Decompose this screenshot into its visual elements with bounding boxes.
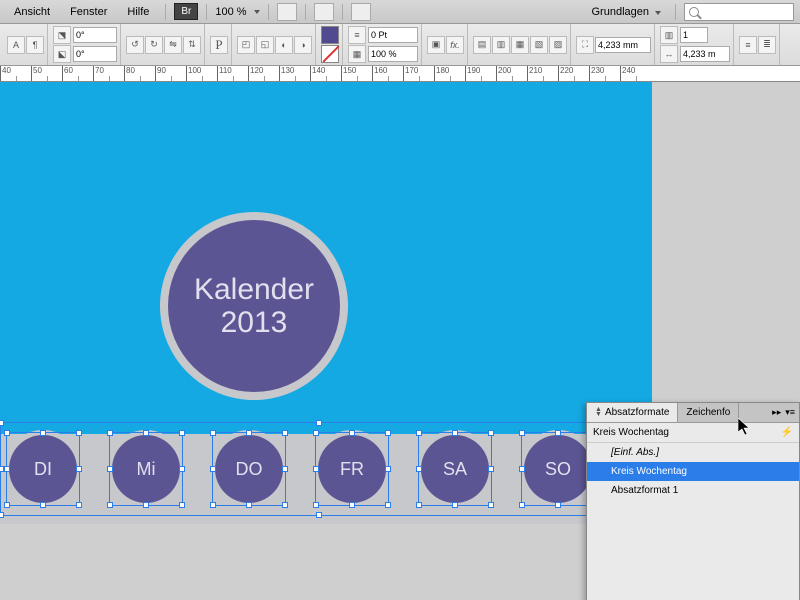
shear-x-icon: ⬔ xyxy=(53,26,71,44)
horizontal-ruler[interactable]: 4050607080901001101201301401501601701801… xyxy=(0,66,800,82)
search-icon xyxy=(689,7,699,17)
mouse-cursor xyxy=(738,418,752,436)
shear-y-field[interactable]: 0° xyxy=(73,46,117,62)
columns-field[interactable]: 1 xyxy=(680,27,708,43)
fill-swatch[interactable] xyxy=(321,26,339,44)
select-prev-icon[interactable]: ◐ xyxy=(275,36,293,54)
style-item[interactable]: Absatzformat 1 xyxy=(587,481,799,500)
drop-shadow-icon[interactable]: ▣ xyxy=(427,36,445,54)
menu-fenster[interactable]: Fenster xyxy=(62,4,115,20)
wrap-jumpcol-icon[interactable]: ▨ xyxy=(549,36,567,54)
current-style-row: Kreis Wochentag ⚡ xyxy=(587,423,799,443)
menu-ansicht[interactable]: Ansicht xyxy=(6,4,58,20)
stroke-weight-field[interactable]: 0 Pt xyxy=(368,27,418,43)
tab-absatzformate[interactable]: ▲▼Absatzformate xyxy=(587,403,678,422)
title-circle[interactable]: Kalender 2013 xyxy=(168,220,340,392)
quick-apply-icon[interactable]: ⚡ xyxy=(781,427,793,438)
select-content-icon[interactable]: ◱ xyxy=(256,36,274,54)
view-options-icon[interactable] xyxy=(277,3,297,21)
cell-width-field[interactable]: 4,233 mm xyxy=(595,37,651,53)
control-toolbar: A ¶ ⬔0° ⬕0° ↺ ↻ ⇋ ⇅ P ◰ ◱ ◐ ◑ ≡0 Pt ▦100… xyxy=(0,24,800,66)
stroke-swatch[interactable] xyxy=(321,45,339,63)
align-left-icon[interactable]: ≡ xyxy=(739,36,757,54)
title-line-2: 2013 xyxy=(221,306,288,339)
panel-tabstrip: ▲▼Absatzformate Zeichenfo ▸▸ ▾≡ xyxy=(587,403,799,423)
paragraph-styles-panel[interactable]: ▲▼Absatzformate Zeichenfo ▸▸ ▾≡ Kreis Wo… xyxy=(586,402,800,600)
tab-zeichenformate[interactable]: Zeichenfo xyxy=(678,403,739,422)
char-format-icon[interactable]: ¶ xyxy=(26,36,44,54)
title-line-1: Kalender xyxy=(194,273,314,306)
style-item[interactable]: Kreis Wochentag xyxy=(587,462,799,481)
screen-mode-icon[interactable] xyxy=(314,3,334,21)
panel-collapse-icon[interactable]: ▸▸ xyxy=(772,407,781,418)
char-panel-icon[interactable]: P xyxy=(210,36,228,54)
stroke-weight-icon: ≡ xyxy=(348,26,366,44)
style-list: [Einf. Abs.]Kreis WochentagAbsatzformat … xyxy=(587,443,799,500)
cell-height-field[interactable]: 4,233 m xyxy=(680,46,730,62)
shear-x-field[interactable]: 0° xyxy=(73,27,117,43)
gutter-icon: ↔ xyxy=(660,45,678,63)
style-item[interactable]: [Einf. Abs.] xyxy=(587,443,799,462)
selection-bounds[interactable] xyxy=(0,422,638,516)
rotate-cw-icon[interactable]: ↻ xyxy=(145,36,163,54)
bridge-badge[interactable]: Br xyxy=(174,3,198,20)
flip-h-icon[interactable]: ⇋ xyxy=(164,36,182,54)
menu-hilfe[interactable]: Hilfe xyxy=(119,4,157,20)
columns-icon: ▥ xyxy=(660,26,678,44)
opacity-icon: ▦ xyxy=(348,45,366,63)
select-container-icon[interactable]: ◰ xyxy=(237,36,255,54)
fitting-icon[interactable]: ⛶ xyxy=(576,36,594,54)
document-canvas[interactable]: Kalender 2013 DIMiDOFRSASO ▲▼Absatzforma… xyxy=(0,82,800,600)
rotate-ccw-icon[interactable]: ↺ xyxy=(126,36,144,54)
flip-v-icon[interactable]: ⇅ xyxy=(183,36,201,54)
select-next-icon[interactable]: ◑ xyxy=(294,36,312,54)
workspace-switcher[interactable]: Grundlagen xyxy=(586,4,668,20)
para-align-icon[interactable]: A xyxy=(7,36,25,54)
wrap-jump-icon[interactable]: ▧ xyxy=(530,36,548,54)
search-input[interactable] xyxy=(684,3,794,21)
panel-menu-icon[interactable]: ▾≡ xyxy=(785,407,795,418)
arrange-icon[interactable] xyxy=(351,3,371,21)
opacity-field[interactable]: 100 % xyxy=(368,46,418,62)
wrap-none-icon[interactable]: ▤ xyxy=(473,36,491,54)
shear-y-icon: ⬕ xyxy=(53,45,71,63)
menubar: Ansicht Fenster Hilfe Br 100 % Grundlage… xyxy=(0,0,800,24)
zoom-level[interactable]: 100 % xyxy=(215,6,259,18)
wrap-bbox-icon[interactable]: ▥ xyxy=(492,36,510,54)
effects-button[interactable]: fx. xyxy=(446,36,464,54)
align-center-icon[interactable]: ≣ xyxy=(758,36,776,54)
wrap-shape-icon[interactable]: ▦ xyxy=(511,36,529,54)
